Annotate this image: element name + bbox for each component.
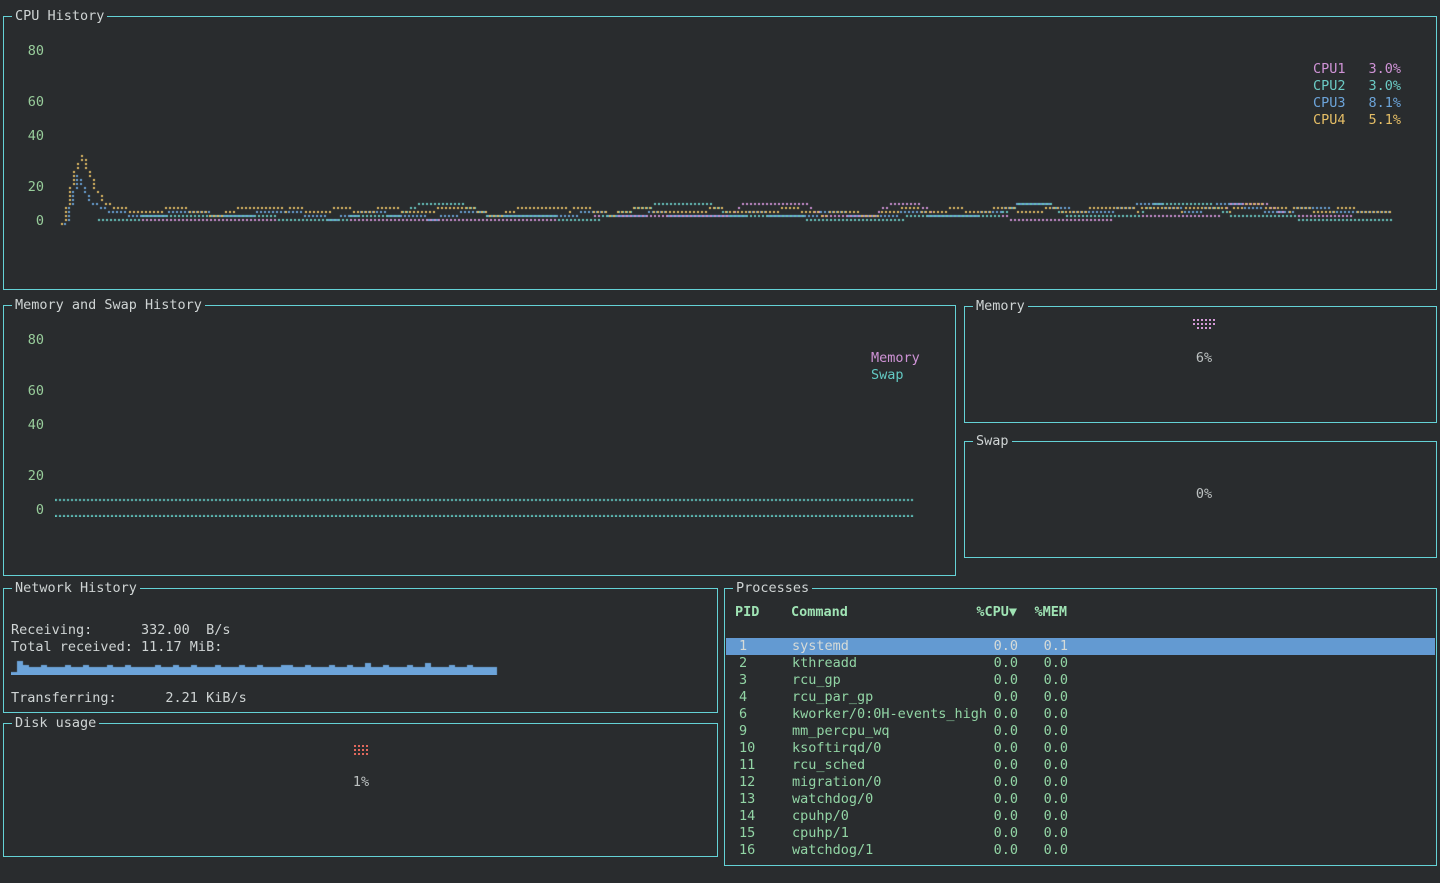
process-cpu-percent: 0.0 <box>952 672 1018 689</box>
disk-usage-panel: Disk usage 1% <box>3 723 718 857</box>
process-pid: 2 <box>739 655 792 672</box>
network-receiving-text: Receiving: 332.00 B/s <box>11 623 230 637</box>
process-cpu-percent: 0.0 <box>952 706 1018 723</box>
process-mem-percent: 0.0 <box>1018 842 1068 859</box>
process-mem-percent: 0.0 <box>1018 757 1068 774</box>
process-row[interactable]: 10ksoftirqd/00.00.0 <box>726 740 1435 757</box>
process-mem-percent: 0.0 <box>1018 672 1068 689</box>
process-pid: 1 <box>739 638 792 655</box>
process-pid: 9 <box>739 723 792 740</box>
y-axis-tick: 0 <box>4 214 44 228</box>
process-mem-percent: 0.0 <box>1018 723 1068 740</box>
network-history-panel: Network History Receiving: 332.00 B/s To… <box>3 588 718 713</box>
process-pid: 14 <box>739 808 792 825</box>
cpu-history-title: CPU History <box>12 8 107 24</box>
cpu-history-panel: CPU History 806040200 CPU13.0%CPU23.0%CP… <box>3 16 1437 290</box>
y-axis-tick: 80 <box>4 44 44 58</box>
process-cpu-percent: 0.0 <box>952 740 1018 757</box>
y-axis-tick: 60 <box>4 384 44 398</box>
process-cpu-percent: 0.0 <box>952 655 1018 672</box>
processes-title: Processes <box>733 580 812 596</box>
process-cpu-percent: 0.0 <box>952 808 1018 825</box>
process-row[interactable]: 2kthreadd0.00.0 <box>726 655 1435 672</box>
memswap-history-title: Memory and Swap History <box>12 297 205 313</box>
process-pid: 13 <box>739 791 792 808</box>
swap-gauge-panel: Swap 0% <box>964 441 1437 558</box>
memory-usage-value: 6% <box>1196 351 1212 365</box>
process-cpu-percent: 0.0 <box>952 774 1018 791</box>
memswap-history-chart <box>55 483 917 517</box>
process-pid: 15 <box>739 825 792 842</box>
process-cpu-percent: 0.0 <box>952 757 1018 774</box>
cpu-history-chart <box>58 35 1396 227</box>
process-row-selected[interactable]: 1systemd0.00.1 <box>726 638 1435 655</box>
process-row[interactable]: 11rcu_sched0.00.0 <box>726 757 1435 774</box>
process-mem-percent: 0.0 <box>1018 740 1068 757</box>
process-pid: 16 <box>739 842 792 859</box>
process-row[interactable]: 3rcu_gp0.00.0 <box>726 672 1435 689</box>
process-mem-percent: 0.0 <box>1018 706 1068 723</box>
disk-usage-title: Disk usage <box>12 715 99 731</box>
process-mem-percent: 0.0 <box>1018 774 1068 791</box>
swap-gauge-title: Swap <box>973 433 1012 449</box>
process-mem-percent: 0.0 <box>1018 655 1068 672</box>
y-axis-tick: 60 <box>4 95 44 109</box>
process-mem-percent: 0.0 <box>1018 689 1068 706</box>
process-pid: 6 <box>739 706 792 723</box>
process-row[interactable]: 4rcu_par_gp0.00.0 <box>726 689 1435 706</box>
process-pid: 3 <box>739 672 792 689</box>
process-cpu-percent: 0.0 <box>952 689 1018 706</box>
process-mem-percent: 0.0 <box>1018 825 1068 842</box>
memory-gauge-title: Memory <box>973 298 1028 314</box>
process-cpu-percent: 0.0 <box>952 638 1018 655</box>
network-transferring-text: Transferring: 2.21 KiB/s <box>11 691 247 705</box>
process-row[interactable]: 9mm_percpu_wq0.00.0 <box>726 723 1435 740</box>
y-axis-tick: 20 <box>4 469 44 483</box>
process-cpu-percent: 0.0 <box>952 723 1018 740</box>
process-mem-percent: 0.0 <box>1018 808 1068 825</box>
y-axis-tick: 40 <box>4 129 44 143</box>
process-pid: 10 <box>739 740 792 757</box>
process-row[interactable]: 16watchdog/10.00.0 <box>726 842 1435 859</box>
process-mem-percent: 0.0 <box>1018 791 1068 808</box>
process-row[interactable]: 15cpuhp/10.00.0 <box>726 825 1435 842</box>
column-header-pid[interactable]: PID <box>735 604 788 621</box>
process-pid: 4 <box>739 689 792 706</box>
process-row[interactable]: 14cpuhp/00.00.0 <box>726 808 1435 825</box>
process-cpu-percent: 0.0 <box>952 791 1018 808</box>
legend-label: Memory <box>871 351 920 365</box>
y-axis-tick: 20 <box>4 180 44 194</box>
swap-usage-value: 0% <box>1196 487 1212 501</box>
y-axis-tick: 0 <box>4 503 44 517</box>
process-row[interactable]: 6kworker/0:0H-events_high0.00.0 <box>726 706 1435 723</box>
process-pid: 11 <box>739 757 792 774</box>
y-axis-tick: 80 <box>4 333 44 347</box>
process-cpu-percent: 0.0 <box>952 825 1018 842</box>
processes-panel: Processes PID Command %CPU▼ %MEM 1system… <box>724 588 1437 866</box>
y-axis-tick: 40 <box>4 418 44 432</box>
process-row[interactable]: 13watchdog/00.00.0 <box>726 791 1435 808</box>
network-history-title: Network History <box>12 580 140 596</box>
disk-usage-dots-icon <box>353 744 369 756</box>
process-pid: 12 <box>739 774 792 791</box>
system-monitor-app: { "theme": { "background": "#292c2e", "b… <box>0 0 1440 883</box>
process-row[interactable]: 12migration/00.00.0 <box>726 774 1435 791</box>
memory-gauge-panel: Memory 6% <box>964 306 1437 423</box>
column-header-cpu-sort[interactable]: %CPU▼ <box>951 604 1017 621</box>
memswap-history-panel: Memory and Swap History 806040200 Memory… <box>3 305 956 576</box>
process-mem-percent: 0.1 <box>1018 638 1068 655</box>
disk-usage-value: 1% <box>353 775 369 789</box>
column-header-mem[interactable]: %MEM <box>1017 604 1067 621</box>
memory-usage-dots-icon <box>1192 318 1216 330</box>
processes-header-row: PID Command %CPU▼ %MEM <box>725 604 1436 621</box>
legend-label: Swap <box>871 368 904 382</box>
process-cpu-percent: 0.0 <box>952 842 1018 859</box>
network-receive-sparkline <box>11 655 499 675</box>
network-total-received-text: Total received: 11.17 MiB: <box>11 640 222 654</box>
